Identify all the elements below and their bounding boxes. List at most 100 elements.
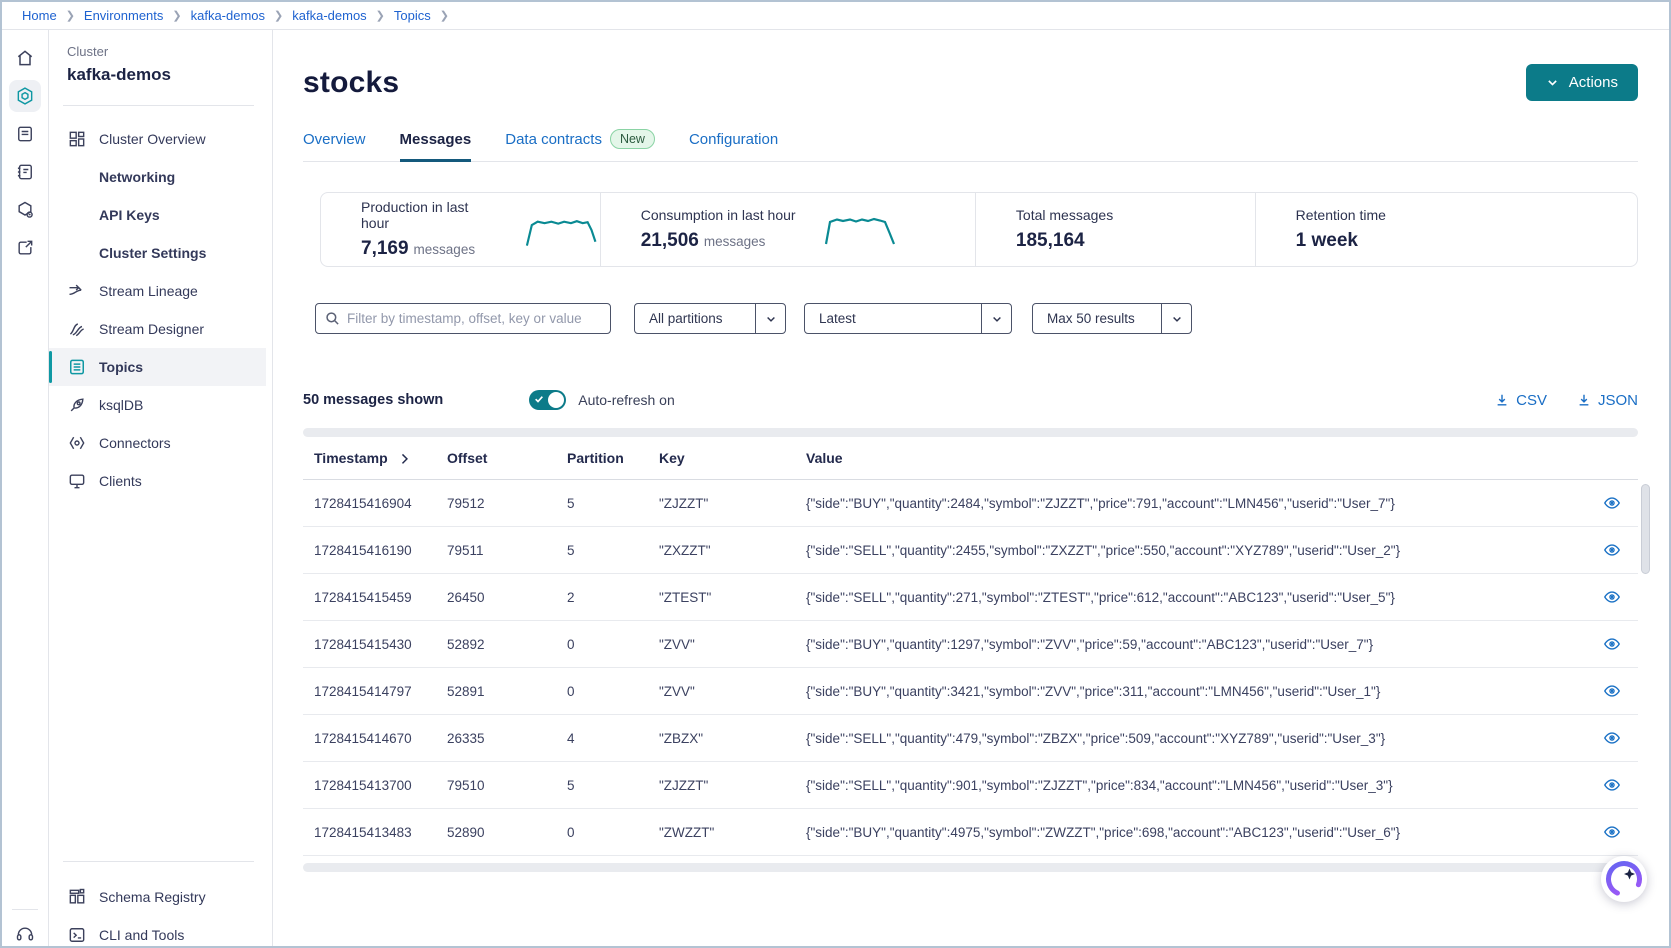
cell-key: "ZVV" bbox=[659, 637, 806, 652]
tab-configuration[interactable]: Configuration bbox=[689, 129, 778, 161]
breadcrumb-topics[interactable]: Topics bbox=[394, 8, 431, 23]
column-offset[interactable]: Offset bbox=[447, 450, 567, 466]
support-headset-icon[interactable] bbox=[9, 918, 41, 948]
cell-partition: 5 bbox=[567, 778, 659, 793]
tab-data-contracts[interactable]: Data contracts New bbox=[505, 129, 655, 161]
rail-divider bbox=[12, 909, 38, 910]
cell-partition: 5 bbox=[567, 543, 659, 558]
column-timestamp[interactable]: Timestamp bbox=[314, 450, 447, 466]
download-json-link[interactable]: JSON bbox=[1577, 392, 1638, 409]
offset-mode-select[interactable]: Latest bbox=[804, 303, 1012, 334]
cell-value: {"side":"BUY","quantity":3421,"symbol":"… bbox=[806, 684, 1586, 699]
sidebar-item-stream-lineage[interactable]: Stream Lineage bbox=[49, 272, 266, 310]
app-window: Home❯ Environments❯ kafka-demos❯ kafka-d… bbox=[0, 0, 1671, 948]
column-partition[interactable]: Partition bbox=[567, 450, 659, 466]
toggle-knob bbox=[548, 392, 564, 408]
sidebar-item-api-keys[interactable]: API Keys bbox=[49, 196, 266, 234]
download-csv-link[interactable]: CSV bbox=[1495, 392, 1547, 409]
page-title: stocks bbox=[303, 66, 399, 100]
tab-overview[interactable]: Overview bbox=[303, 129, 366, 161]
breadcrumb-environment[interactable]: kafka-demos bbox=[191, 8, 265, 23]
chevron-down-icon bbox=[1546, 76, 1559, 89]
cell-partition: 0 bbox=[567, 637, 659, 652]
download-icon bbox=[1495, 393, 1509, 407]
breadcrumb-chevron-icon: ❯ bbox=[172, 9, 181, 22]
table-row[interactable]: 1728415413700 79510 5 "ZJZZT" {"side":"S… bbox=[303, 762, 1638, 809]
view-message-button[interactable] bbox=[1601, 680, 1623, 702]
max-results-select[interactable]: Max 50 results bbox=[1032, 303, 1192, 334]
metric-retention: Retention time 1 week bbox=[1255, 193, 1637, 266]
chevron-down-icon bbox=[755, 304, 785, 333]
eye-icon bbox=[1603, 729, 1621, 747]
cell-value: {"side":"BUY","quantity":1297,"symbol":"… bbox=[806, 637, 1586, 652]
sidebar-item-cluster-overview[interactable]: Cluster Overview bbox=[49, 120, 266, 158]
auto-refresh-label: Auto-refresh on bbox=[578, 392, 675, 408]
view-message-button[interactable] bbox=[1601, 633, 1623, 655]
actions-button[interactable]: Actions bbox=[1526, 64, 1638, 101]
cell-key: "ZXZZT" bbox=[659, 543, 806, 558]
view-message-button[interactable] bbox=[1601, 727, 1623, 749]
sparkle-icon bbox=[1624, 869, 1635, 880]
messages-toolbar: 50 messages shown Auto-refresh on CSV bbox=[303, 390, 1638, 410]
horizontal-scrollbar-bottom[interactable] bbox=[303, 863, 1624, 872]
table-row[interactable]: 1728415416904 79512 5 "ZJZZT" {"side":"B… bbox=[303, 480, 1638, 527]
auto-refresh-toggle[interactable] bbox=[529, 390, 566, 410]
view-message-button[interactable] bbox=[1601, 821, 1623, 843]
sidebar-item-cluster-settings[interactable]: Cluster Settings bbox=[49, 234, 266, 272]
share-icon[interactable] bbox=[9, 232, 41, 264]
cell-value: {"side":"BUY","quantity":2484,"symbol":"… bbox=[806, 496, 1586, 511]
cell-timestamp: 1728415416190 bbox=[314, 543, 447, 558]
table-row[interactable]: 1728415416190 79511 5 "ZXZZT" {"side":"S… bbox=[303, 527, 1638, 574]
search-input[interactable] bbox=[347, 311, 601, 326]
cluster-name: kafka-demos bbox=[67, 65, 254, 85]
partitions-select[interactable]: All partitions bbox=[634, 303, 786, 334]
sidebar-item-label: Cluster Overview bbox=[99, 131, 206, 147]
view-message-button[interactable] bbox=[1601, 492, 1623, 514]
sidebar-item-ksqldb[interactable]: ksqlDB bbox=[49, 386, 266, 424]
breadcrumb-environments[interactable]: Environments bbox=[84, 8, 163, 23]
breadcrumb-chevron-icon: ❯ bbox=[376, 9, 385, 22]
clients-icon bbox=[67, 471, 87, 491]
home-icon[interactable] bbox=[9, 42, 41, 74]
cell-value: {"side":"BUY","quantity":4975,"symbol":"… bbox=[806, 825, 1586, 840]
sidebar-item-stream-designer[interactable]: Stream Designer bbox=[49, 310, 266, 348]
sidebar-item-cli-and-tools[interactable]: CLI and Tools bbox=[49, 916, 266, 948]
vertical-scrollbar-thumb[interactable] bbox=[1641, 484, 1650, 574]
cell-timestamp: 1728415413483 bbox=[314, 825, 447, 840]
notebook-icon[interactable] bbox=[9, 156, 41, 188]
breadcrumb-cluster[interactable]: kafka-demos bbox=[292, 8, 366, 23]
view-message-button[interactable] bbox=[1601, 774, 1623, 796]
cell-offset: 52890 bbox=[447, 825, 567, 840]
breadcrumb-home[interactable]: Home bbox=[22, 8, 57, 23]
sidebar-item-clients[interactable]: Clients bbox=[49, 462, 266, 500]
horizontal-scrollbar-top[interactable] bbox=[303, 428, 1638, 437]
table-row[interactable]: 1728415414797 52891 0 "ZVV" {"side":"BUY… bbox=[303, 668, 1638, 715]
sidebar-item-connectors[interactable]: Connectors bbox=[49, 424, 266, 462]
check-icon bbox=[534, 391, 544, 409]
ai-assistant-button[interactable] bbox=[1601, 856, 1647, 902]
eye-icon bbox=[1603, 823, 1621, 841]
cell-timestamp: 1728415415430 bbox=[314, 637, 447, 652]
table-row[interactable]: 1728415414670 26335 4 "ZBZX" {"side":"SE… bbox=[303, 715, 1638, 762]
table-row[interactable]: 1728415413483 52890 0 "ZWZZT" {"side":"B… bbox=[303, 809, 1638, 856]
flink-icon[interactable] bbox=[9, 194, 41, 226]
table-body: 1728415416904 79512 5 "ZJZZT" {"side":"B… bbox=[303, 480, 1638, 856]
sort-chevron-icon bbox=[398, 452, 411, 465]
main-content: stocks Actions Overview Messages Data co… bbox=[273, 30, 1669, 946]
column-key[interactable]: Key bbox=[659, 450, 806, 466]
table-row[interactable]: 1728415415430 52892 0 "ZVV" {"side":"BUY… bbox=[303, 621, 1638, 668]
tab-messages[interactable]: Messages bbox=[400, 129, 472, 161]
table-row[interactable]: 1728415415459 26450 2 "ZTEST" {"side":"S… bbox=[303, 574, 1638, 621]
sidebar-item-schema-registry[interactable]: Schema Registry bbox=[49, 878, 266, 916]
document-icon[interactable] bbox=[9, 118, 41, 150]
breadcrumb: Home❯ Environments❯ kafka-demos❯ kafka-d… bbox=[2, 2, 1669, 30]
sidebar-item-networking[interactable]: Networking bbox=[49, 158, 266, 196]
view-message-button[interactable] bbox=[1601, 586, 1623, 608]
sidebar-nav: Cluster Overview Networking API Keys Clu… bbox=[49, 120, 272, 500]
view-message-button[interactable] bbox=[1601, 539, 1623, 561]
column-value[interactable]: Value bbox=[806, 450, 1586, 466]
cell-timestamp: 1728415416904 bbox=[314, 496, 447, 511]
cluster-icon[interactable] bbox=[9, 80, 41, 112]
eye-icon bbox=[1603, 682, 1621, 700]
sidebar-item-topics[interactable]: Topics bbox=[49, 348, 266, 386]
